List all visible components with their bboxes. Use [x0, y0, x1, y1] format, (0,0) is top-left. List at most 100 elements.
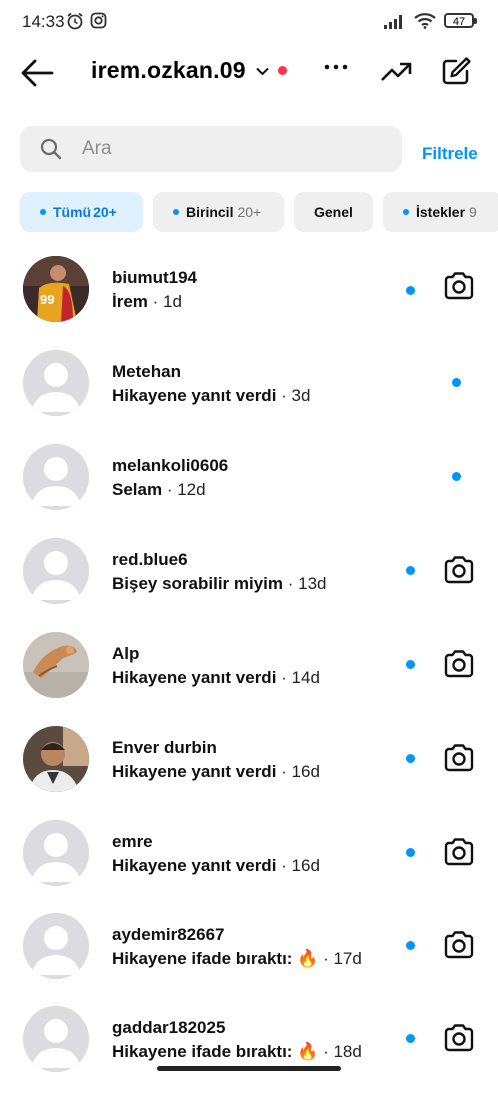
thread-row[interactable]: Alp Hikayene yanıt verdi · 14d	[0, 632, 498, 722]
thread-time: · 18d	[323, 1042, 362, 1061]
thread-time: · 16d	[281, 762, 320, 781]
thread-name: biumut194	[112, 268, 198, 287]
account-username: irem.ozkan.09	[91, 57, 246, 83]
camera-icon[interactable]	[442, 553, 476, 587]
instagram-icon	[90, 12, 107, 29]
search-input[interactable]	[80, 137, 374, 161]
header: irem.ozkan.09	[0, 48, 498, 98]
chip-primary[interactable]: Birincil 20+	[153, 192, 284, 232]
thread-row[interactable]: 99 biumut194 İrem · 1d	[0, 256, 498, 346]
thread-row[interactable]: Metehan Hikayene yanıt verdi · 3d	[0, 350, 498, 440]
thread-message: Hikayene ifade bıraktı: 🔥	[112, 949, 319, 968]
camera-icon[interactable]	[442, 835, 476, 869]
thread-message: İrem	[112, 292, 148, 311]
avatar	[23, 913, 89, 979]
thread-row[interactable]: emre Hikayene yanıt verdi · 16d	[0, 820, 498, 910]
thread-time: · 14d	[281, 668, 320, 687]
status-right-icons: 47	[384, 12, 477, 29]
trending-icon[interactable]	[380, 58, 412, 86]
chip-count: 20+	[93, 204, 117, 220]
default-avatar-icon	[23, 538, 89, 604]
chip-dot	[403, 209, 409, 215]
thread-row[interactable]: Enver durbin Hikayene yanıt verdi · 16d	[0, 726, 498, 816]
default-avatar-icon	[23, 444, 89, 510]
search-bar[interactable]	[20, 126, 402, 172]
camera-icon[interactable]	[442, 269, 476, 303]
default-avatar-icon	[23, 350, 89, 416]
thread-message: Selam	[112, 480, 163, 499]
thread-name: red.blue6	[112, 550, 188, 569]
thread-name: gaddar182025	[112, 1018, 226, 1037]
chip-general[interactable]: Genel	[294, 192, 373, 232]
unread-dot	[406, 754, 415, 763]
thread-name: Alp	[112, 644, 140, 663]
avatar	[23, 538, 89, 604]
unread-dot	[406, 660, 415, 669]
filter-chips: Tümü 20+ Birincil 20+ Genel İstekler 9	[20, 192, 498, 232]
alarm-icon	[67, 12, 83, 30]
thread-time: · 17d	[323, 949, 362, 968]
avatar	[23, 444, 89, 510]
chip-label: Genel	[314, 204, 353, 220]
chip-count: 20+	[237, 204, 262, 220]
unread-dot	[452, 378, 461, 387]
thread-message: Bişey sorabilir miyim	[112, 574, 284, 593]
thread-preview: Hikayene ifade bıraktı: 🔥 · 17d	[112, 949, 362, 969]
back-arrow-icon[interactable]	[20, 58, 54, 88]
svg-text:99: 99	[40, 292, 54, 307]
account-switcher[interactable]: irem.ozkan.09	[91, 57, 287, 84]
more-options-icon[interactable]	[324, 63, 348, 71]
thread-preview: Hikayene yanıt verdi · 16d	[112, 762, 320, 782]
unread-dot	[406, 286, 415, 295]
home-indicator[interactable]	[157, 1066, 341, 1071]
avatar: 99	[23, 256, 89, 322]
unread-dot	[406, 941, 415, 950]
filter-button[interactable]: Filtrele	[422, 144, 478, 164]
camera-icon[interactable]	[442, 928, 476, 962]
thread-preview: Selam · 12d	[112, 480, 206, 500]
avatar	[23, 726, 89, 792]
thread-message: Hikayene yanıt verdi	[112, 856, 277, 875]
status-left-icons	[66, 12, 107, 30]
thread-row[interactable]: melankoli0606 Selam · 12d	[0, 444, 498, 534]
search-icon	[40, 138, 62, 160]
thread-time: · 1d	[152, 292, 182, 311]
chip-dot	[40, 209, 46, 215]
thread-preview: İrem · 1d	[112, 292, 182, 312]
avatar-photo	[23, 632, 89, 698]
thread-row[interactable]: aydemir82667 Hikayene ifade bıraktı: 🔥 ·…	[0, 913, 498, 1003]
chip-requests[interactable]: İstekler 9	[383, 192, 498, 232]
camera-icon[interactable]	[442, 741, 476, 775]
chip-label: Birincil	[186, 204, 234, 220]
thread-row[interactable]: gaddar182025 Hikayene ifade bıraktı: 🔥 ·…	[0, 1006, 498, 1096]
thread-preview: Hikayene ifade bıraktı: 🔥 · 18d	[112, 1042, 362, 1062]
camera-icon[interactable]	[442, 1021, 476, 1055]
thread-name: emre	[112, 832, 153, 851]
default-avatar-icon	[23, 1006, 89, 1072]
chip-all[interactable]: Tümü 20+	[20, 192, 143, 232]
camera-icon[interactable]	[442, 647, 476, 681]
thread-name: aydemir82667	[112, 925, 225, 944]
thread-time: · 3d	[281, 386, 311, 405]
chevron-down-icon	[256, 67, 269, 76]
avatar	[23, 820, 89, 886]
thread-message: Hikayene yanıt verdi	[112, 668, 277, 687]
wifi-icon	[414, 13, 436, 29]
thread-name: melankoli0606	[112, 456, 229, 475]
compose-icon[interactable]	[442, 56, 472, 86]
battery-icon: 47	[444, 13, 477, 28]
thread-name: Metehan	[112, 362, 181, 381]
status-time: 14:33	[22, 12, 65, 31]
unread-dot	[406, 848, 415, 857]
thread-time: · 12d	[166, 480, 206, 499]
avatar	[23, 350, 89, 416]
avatar	[23, 1006, 89, 1072]
thread-preview: Hikayene yanıt verdi · 3d	[112, 386, 310, 406]
thread-message: Hikayene ifade bıraktı: 🔥	[112, 1042, 319, 1061]
avatar-photo: 99	[23, 256, 89, 322]
status-bar: 14:33 47	[0, 0, 498, 44]
thread-row[interactable]: red.blue6 Bişey sorabilir miyim · 13d	[0, 538, 498, 628]
status-dot	[277, 66, 287, 75]
thread-preview: Hikayene yanıt verdi · 16d	[112, 856, 320, 876]
signal-icon	[384, 14, 402, 29]
